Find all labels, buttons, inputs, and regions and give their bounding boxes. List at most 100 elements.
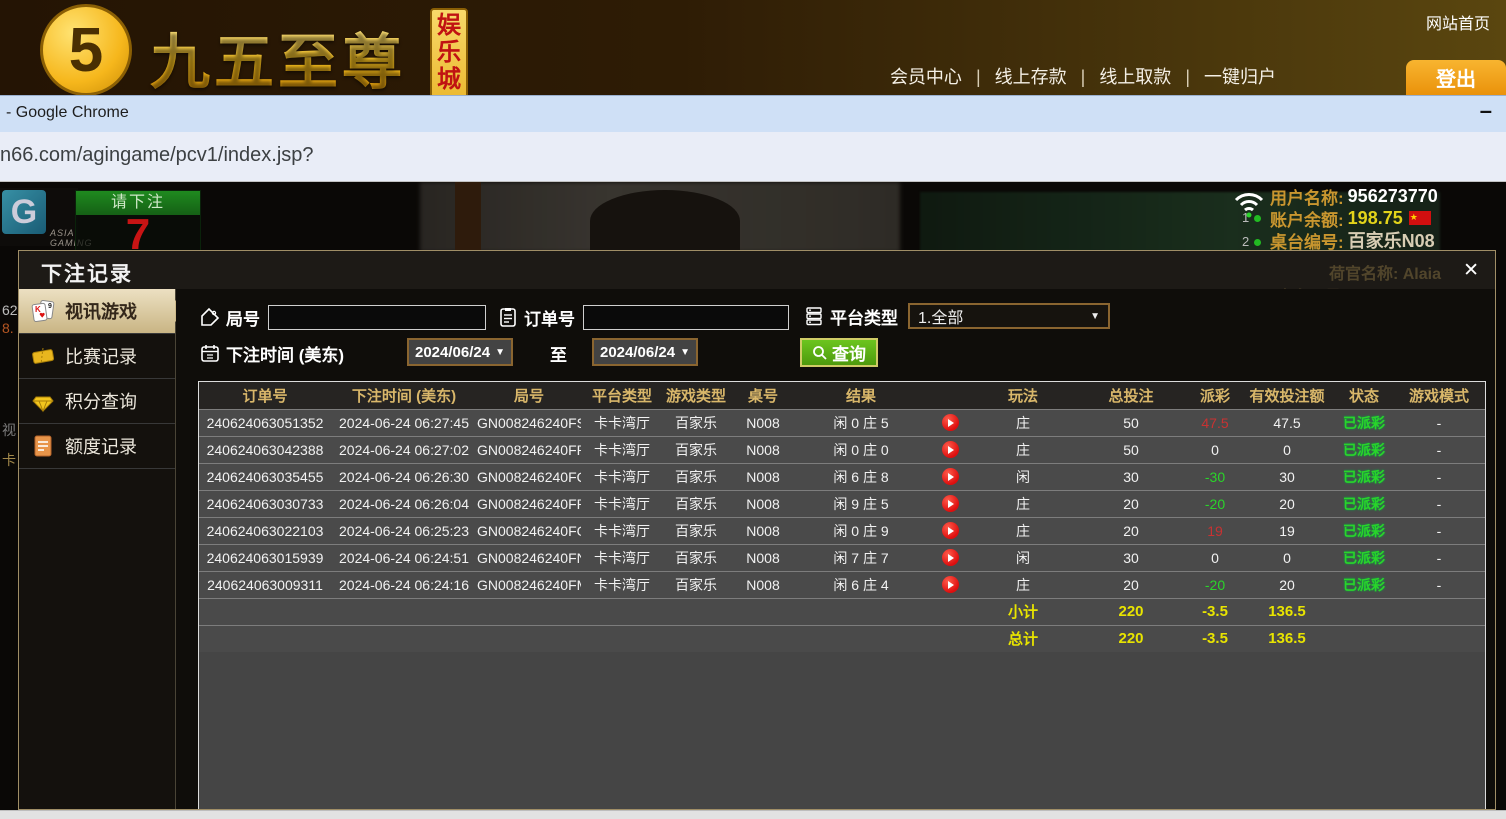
cell-time: 2024-06-24 06:27:02 [331, 436, 477, 463]
nav-online-deposit[interactable]: 线上存款 [962, 63, 1067, 89]
cell-mode: - [1393, 571, 1485, 598]
cell-order [199, 625, 331, 652]
cell-platform [581, 598, 663, 625]
cell-play: 总计 [975, 625, 1071, 652]
nav-one-key-transfer[interactable]: 一键归户 [1171, 63, 1276, 89]
close-icon[interactable]: ✕ [1463, 259, 1479, 282]
cell-result [797, 598, 925, 625]
balance-value: 198.75 [1348, 208, 1403, 229]
cell-total: 20 [1071, 571, 1191, 598]
replay-button[interactable] [942, 414, 959, 431]
cell-round: GN008246240FQ [477, 463, 581, 490]
table-row: 2406240630159392024-06-24 06:24:51GN0082… [199, 544, 1485, 571]
home-link[interactable]: 网站首页 [1426, 10, 1490, 34]
cell-result: 闲 9 庄 5 [797, 490, 925, 517]
grand-total-row: 总计220-3.5136.5 [199, 625, 1485, 652]
platform-select[interactable]: 1.全部 ▼ [908, 303, 1110, 329]
cell-play_btn [925, 598, 975, 625]
cell-round [477, 625, 581, 652]
cell-round: GN008246240FO [477, 517, 581, 544]
sidebar-item-video-games[interactable]: 9 K 视讯游戏 [19, 289, 175, 334]
date-to-picker[interactable]: 2024/06/24▼ [592, 338, 698, 366]
window-bottom-edge [0, 810, 1506, 819]
cell-status: 已派彩 [1335, 517, 1393, 544]
cell-total: 20 [1071, 490, 1191, 517]
cell-total: 30 [1071, 544, 1191, 571]
cell-time [331, 598, 477, 625]
chrome-title-bar[interactable]: - Google Chrome – [0, 95, 1506, 132]
order-input[interactable] [583, 305, 789, 330]
road-dot [1254, 239, 1261, 246]
search-button[interactable]: 查询 [800, 338, 878, 367]
cell-round: GN008246240FN [477, 544, 581, 571]
cell-total: 30 [1071, 463, 1191, 490]
column-header-platform: 平台类型 [581, 382, 663, 409]
cell-order: 240624063042388 [199, 436, 331, 463]
bet-records-modal: 下注记录 荷官名称: Alaia ✕ 桌台局号: GN008246240 9 K… [18, 250, 1496, 810]
column-header-game: 游戏类型 [663, 382, 729, 409]
asia-gaming-logo: G ASIA GAMING [0, 188, 78, 246]
svg-text:9: 9 [48, 303, 52, 310]
replay-button[interactable] [942, 522, 959, 539]
cell-game [663, 625, 729, 652]
minimize-button[interactable]: – [1480, 98, 1492, 124]
cell-play_btn [925, 463, 975, 490]
sidebar-item-points-query[interactable]: 积分查询 [19, 379, 175, 424]
date-from-picker[interactable]: 2024/06/24▼ [407, 338, 513, 366]
cell-payout: -3.5 [1191, 625, 1239, 652]
cell-table: N008 [729, 490, 797, 517]
order-filter-label: 订单号 [524, 305, 575, 330]
nav-member-center[interactable]: 会员中心 [890, 63, 962, 89]
cell-play_btn [925, 571, 975, 598]
cell-play_btn [925, 517, 975, 544]
column-header-round: 局号 [477, 382, 581, 409]
table-header-row: 订单号下注时间 (美东)局号平台类型游戏类型桌号结果玩法总投注派彩有效投注额状态… [199, 382, 1485, 409]
replay-button[interactable] [942, 576, 959, 593]
replay-button[interactable] [942, 468, 959, 485]
round-input[interactable] [268, 305, 486, 330]
logout-button[interactable]: 登出 [1406, 60, 1506, 95]
tag-icon [200, 307, 220, 327]
chevron-down-icon: ▼ [680, 347, 690, 358]
cell-payout: 0 [1191, 436, 1239, 463]
cell-table: N008 [729, 409, 797, 436]
column-header-play_btn [925, 382, 975, 409]
replay-button[interactable] [942, 441, 959, 458]
table-row: 2406240630423882024-06-24 06:27:02GN0082… [199, 436, 1485, 463]
dealer-name-ghost: 荷官名称: Alaia [1329, 260, 1441, 284]
diamond-icon [31, 389, 55, 413]
cell-game: 百家乐 [663, 571, 729, 598]
round-filter-label: 局号 [226, 305, 260, 330]
site-logo-title: 九五至尊 [150, 14, 406, 95]
nav-online-withdraw[interactable]: 线上取款 [1067, 63, 1172, 89]
cell-round [477, 598, 581, 625]
cell-valid: 136.5 [1239, 625, 1335, 652]
cell-time [331, 625, 477, 652]
bet-time-label: 下注时间 (美东) [226, 341, 344, 366]
cell-table [729, 625, 797, 652]
cell-time: 2024-06-24 06:24:51 [331, 544, 477, 571]
cell-status: 已派彩 [1335, 571, 1393, 598]
cell-round: GN008246240FM [477, 571, 581, 598]
sidebar-item-quota-records[interactable]: 额度记录 [19, 424, 175, 469]
cell-play: 闲 [975, 463, 1071, 490]
replay-button[interactable] [942, 549, 959, 566]
cell-payout: 0 [1191, 544, 1239, 571]
cell-table: N008 [729, 571, 797, 598]
sidebar-item-match-records[interactable]: 比赛记录 [19, 334, 175, 379]
cell-round: GN008246240FS [477, 409, 581, 436]
cell-platform: 卡卡湾厅 [581, 409, 663, 436]
cell-play_btn [925, 544, 975, 571]
cell-play_btn [925, 490, 975, 517]
cell-play_btn [925, 436, 975, 463]
cell-play: 庄 [975, 409, 1071, 436]
replay-button[interactable] [942, 495, 959, 512]
sidebar-item-label: 比赛记录 [65, 343, 137, 369]
window-title: - Google Chrome [6, 104, 129, 122]
url-bar[interactable]: n66.com/agingame/pcv1/index.jsp? [0, 132, 1506, 182]
cell-mode: - [1393, 436, 1485, 463]
to-label: 至 [550, 341, 567, 366]
platform-select-value: 1.全部 [918, 304, 963, 328]
calendar-icon [200, 343, 220, 363]
cell-status [1335, 598, 1393, 625]
